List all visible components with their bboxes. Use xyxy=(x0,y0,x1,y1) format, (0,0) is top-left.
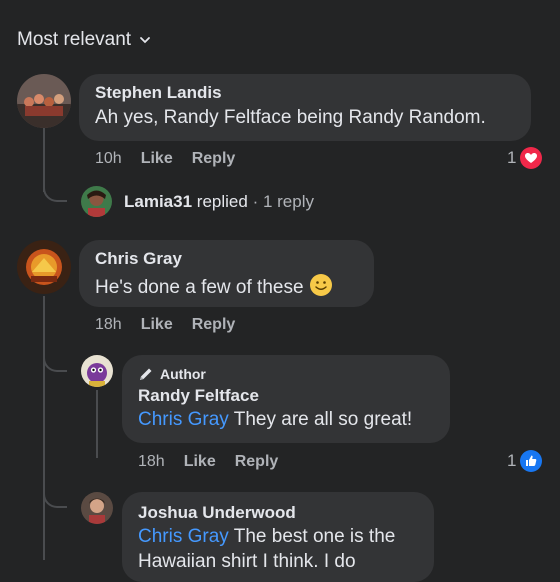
comment-author[interactable]: Stephen Landis xyxy=(95,83,515,103)
mention-link[interactable]: Chris Gray xyxy=(138,526,229,547)
replied-label: replied xyxy=(196,192,248,211)
comment-text-row: Chris Gray The best one is the xyxy=(138,526,418,548)
comment-text-line-2: Hawaiian shirt I think. I do xyxy=(138,551,356,572)
reaction-count: 1 xyxy=(507,148,517,167)
comment-bubble: Stephen Landis Ah yes, Randy Feltface be… xyxy=(79,74,531,141)
mention-link[interactable]: Chris Gray xyxy=(138,409,229,430)
thread-line-1-curve xyxy=(43,178,67,202)
sort-label: Most relevant xyxy=(17,29,132,50)
author-badge-label: Author xyxy=(160,366,206,382)
comment-bubble: Chris Gray He's done a few of these xyxy=(79,240,374,307)
reaction-summary[interactable]: 1 xyxy=(507,147,543,169)
like-button[interactable]: Like xyxy=(184,453,216,471)
reply-bubble: Joshua Underwood Chris Gray The best one… xyxy=(122,492,434,582)
like-button[interactable]: Like xyxy=(141,316,173,334)
comment-actions: 10h Like Reply xyxy=(95,150,254,168)
thread-line-2-curve xyxy=(43,348,67,372)
like-button[interactable]: Like xyxy=(141,150,173,168)
comment-text-row: He's done a few of these xyxy=(95,273,358,299)
heart-reaction-icon xyxy=(520,147,543,169)
reply-bubble: Author Randy Feltface Chris Gray They ar… xyxy=(122,355,450,443)
avatar[interactable] xyxy=(81,355,113,387)
comment-text-row: Chris Gray They are all so great! xyxy=(138,409,434,431)
comment-actions: 18h Like Reply xyxy=(95,316,254,334)
pencil-icon xyxy=(140,368,152,380)
reply-count: · 1 reply xyxy=(252,192,314,211)
reply-user-name: Lamia31 xyxy=(124,192,193,211)
comment-text: They are all so great! xyxy=(228,409,413,430)
comment-actions: 18h Like Reply xyxy=(138,453,297,471)
reply-button[interactable]: Reply xyxy=(192,316,236,334)
comment-time[interactable]: 10h xyxy=(95,150,122,168)
smiling-emoji-icon xyxy=(309,274,332,296)
reaction-summary[interactable]: 1 xyxy=(507,450,543,472)
reply-button[interactable]: Reply xyxy=(235,453,279,471)
comment-time[interactable]: 18h xyxy=(95,316,122,334)
comment-text: He's done a few of these xyxy=(95,277,304,298)
comment-time[interactable]: 18h xyxy=(138,453,165,471)
comment-author[interactable]: Chris Gray xyxy=(95,249,358,269)
comment-author[interactable]: Randy Feltface xyxy=(138,386,434,406)
view-replies-link[interactable]: Lamia31 replied · 1 reply xyxy=(124,192,314,212)
avatar[interactable] xyxy=(17,74,71,128)
comment-text: The best one is the xyxy=(228,526,396,547)
reaction-count: 1 xyxy=(507,451,517,470)
avatar[interactable] xyxy=(17,240,71,294)
author-badge: Author xyxy=(138,366,434,382)
chevron-down-icon xyxy=(140,37,150,44)
thumbs-up-reaction-icon xyxy=(520,450,543,472)
sort-dropdown[interactable]: Most relevant xyxy=(17,29,151,51)
avatar[interactable] xyxy=(81,492,113,524)
comment-author[interactable]: Joshua Underwood xyxy=(138,503,418,523)
thread-line-2 xyxy=(43,296,45,560)
avatar[interactable] xyxy=(81,186,112,217)
comment-text: Ah yes, Randy Feltface being Randy Rando… xyxy=(95,107,486,128)
reply-button[interactable]: Reply xyxy=(192,150,236,168)
thread-line-3 xyxy=(96,390,98,458)
thread-line-2-curve-b xyxy=(43,484,67,508)
